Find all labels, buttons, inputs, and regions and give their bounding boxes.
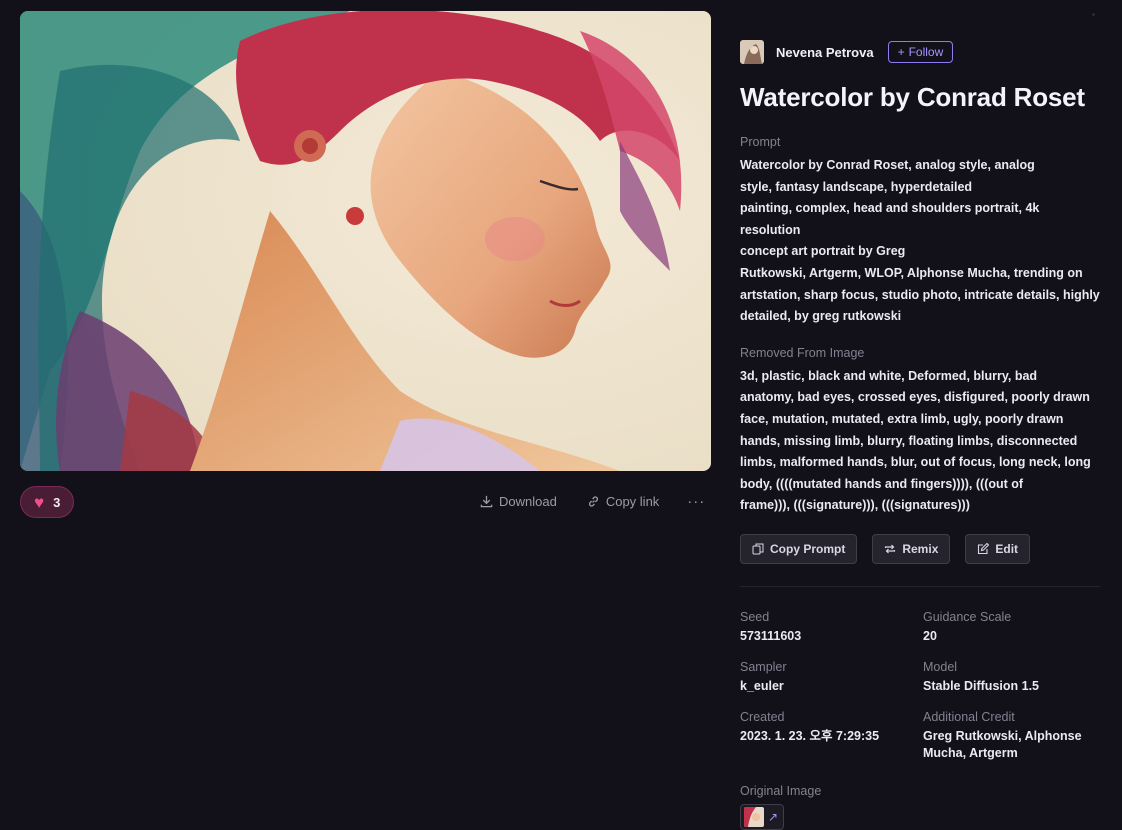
remix-label: Remix bbox=[902, 541, 939, 556]
follow-label: Follow bbox=[908, 45, 944, 59]
created-label: Created bbox=[740, 709, 785, 724]
original-image-label: Original Image bbox=[740, 783, 822, 798]
author-row: Nevena Petrova + Follow bbox=[740, 40, 1102, 64]
link-icon bbox=[588, 496, 598, 507]
guidance-value: 20 bbox=[923, 628, 937, 643]
prompt-line: concept art portrait by Greg bbox=[740, 244, 906, 259]
generation-details: Seed 573111603 Guidance Scale 20 Sampler… bbox=[740, 610, 1102, 762]
credit-line: Mucha, Artgerm bbox=[923, 745, 1018, 760]
created-value: 2023. 1. 23. 오후 7:29:35 bbox=[740, 728, 880, 743]
sampler-value: k_euler bbox=[740, 678, 784, 693]
credit-label: Additional Credit bbox=[923, 709, 1015, 724]
prompt-line: painting, complex, head and shoulders po… bbox=[740, 201, 1040, 237]
copy-prompt-label: Copy Prompt bbox=[770, 541, 846, 556]
external-arrow-icon: ↗ bbox=[768, 809, 779, 824]
avatar[interactable] bbox=[740, 40, 764, 64]
removed-label: Removed From Image bbox=[740, 345, 865, 360]
negative-line: limbs, malformed hands, blur, out of foc… bbox=[740, 455, 1091, 470]
edit-label: Edit bbox=[995, 541, 1019, 556]
credit-line: Greg Rutkowski, Alphonse bbox=[923, 728, 1082, 743]
more-button[interactable]: ··· bbox=[687, 493, 705, 510]
guidance-label: Guidance Scale bbox=[923, 609, 1012, 624]
prompt-line: artstation, sharp focus, studio photo, i… bbox=[740, 287, 1100, 302]
guidance-field: Guidance Scale 20 bbox=[923, 610, 1103, 645]
more-icon: ··· bbox=[687, 493, 706, 510]
like-count: 3 bbox=[53, 494, 61, 510]
negative-line: 3d, plastic, black and white, Deformed, … bbox=[740, 368, 1038, 383]
edit-icon bbox=[978, 542, 990, 554]
decorative-dot bbox=[1092, 13, 1095, 16]
copy-icon bbox=[752, 543, 764, 555]
download-button[interactable]: Download bbox=[480, 494, 557, 509]
negative-line: hands, missing limb, blurry, floating li… bbox=[740, 433, 1078, 448]
sampler-field: Sampler k_euler bbox=[740, 660, 923, 695]
credit-value: Greg Rutkowski, Alphonse Mucha, Artgerm bbox=[923, 728, 1103, 762]
prompt-line: Rutkowski, Artgerm, WLOP, Alphonse Mucha… bbox=[740, 265, 1083, 280]
prompt-text[interactable]: Watercolor by Conrad Roset, analog style… bbox=[740, 155, 1102, 328]
edit-button[interactable]: Edit bbox=[965, 533, 1031, 564]
credit-field: Additional Credit Greg Rutkowski, Alphon… bbox=[923, 710, 1103, 762]
download-icon bbox=[480, 495, 493, 508]
negative-line: anatomy, bad eyes, crossed eyes, disfigu… bbox=[740, 390, 1090, 405]
seed-value: 573111603 bbox=[740, 628, 802, 643]
download-label: Download bbox=[499, 494, 557, 509]
original-image-thumbnail bbox=[744, 806, 764, 827]
sampler-label: Sampler bbox=[740, 659, 787, 674]
like-button[interactable]: ♥ 3 bbox=[20, 486, 75, 518]
remix-icon bbox=[885, 544, 896, 554]
negative-prompt-text[interactable]: 3d, plastic, black and white, Deformed, … bbox=[740, 366, 1102, 517]
created-field: Created 2023. 1. 23. 오후 7:29:35 bbox=[740, 710, 923, 762]
prompt-line: Watercolor by Conrad Roset, analog style… bbox=[740, 158, 1035, 172]
negative-line: face, mutation, mutated, extra limb, ugl… bbox=[740, 411, 1064, 426]
copy-link-button[interactable]: Copy link bbox=[587, 494, 659, 509]
model-value: Stable Diffusion 1.5 bbox=[923, 678, 1039, 693]
negative-line: body, ((((mutated hands and fingers)))),… bbox=[740, 476, 1024, 491]
model-label: Model bbox=[923, 659, 958, 674]
copy-link-label: Copy link bbox=[605, 494, 660, 509]
page-title: Watercolor by Conrad Roset bbox=[740, 82, 1085, 112]
original-image-link[interactable]: ↗ bbox=[740, 803, 784, 830]
heart-icon: ♥ bbox=[34, 492, 45, 512]
details-panel: Nevena Petrova + Follow Watercolor by Co… bbox=[740, 40, 1102, 830]
divider bbox=[740, 585, 1100, 587]
artwork-image[interactable] bbox=[20, 11, 711, 471]
seed-field: Seed 573111603 bbox=[740, 610, 923, 645]
copy-prompt-button[interactable]: Copy Prompt bbox=[740, 533, 858, 564]
prompt-line: detailed, by greg rutkowski bbox=[740, 309, 902, 324]
author-name[interactable]: Nevena Petrova bbox=[776, 45, 874, 60]
plus-icon: + bbox=[897, 45, 905, 59]
seed-label: Seed bbox=[740, 609, 770, 624]
negative-line: frame))), (((signature))), (((signatures… bbox=[740, 498, 970, 513]
prompt-label: Prompt bbox=[740, 135, 781, 149]
follow-button[interactable]: + Follow bbox=[887, 41, 954, 63]
remix-button[interactable]: Remix bbox=[872, 533, 951, 564]
prompt-line: style, fantasy landscape, hyperdetailed bbox=[740, 179, 973, 194]
model-field: Model Stable Diffusion 1.5 bbox=[923, 660, 1103, 695]
